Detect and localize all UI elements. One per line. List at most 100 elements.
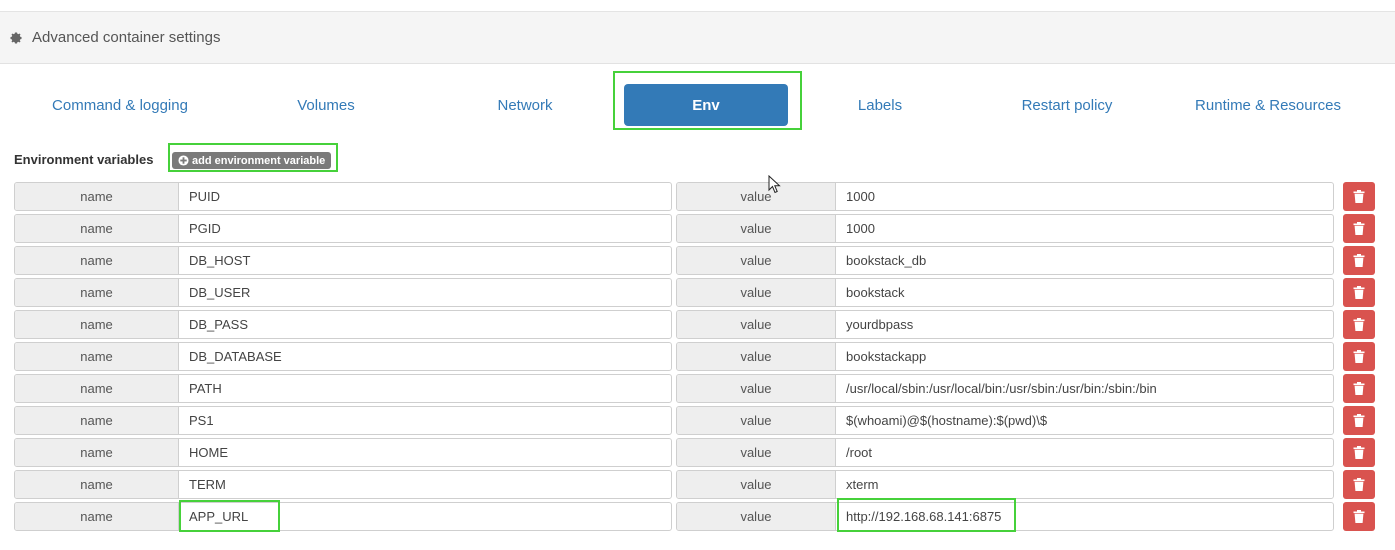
- tab-command-logging[interactable]: Command & logging: [24, 84, 216, 126]
- add-environment-variable-button[interactable]: add environment variable: [172, 152, 332, 169]
- env-variable-row: name HOME value/root: [0, 438, 1395, 470]
- env-value-input[interactable]: $(whoami)@$(hostname):$(pwd)\$: [836, 407, 1333, 434]
- env-variable-list: name PUID value 1000 name PGID value 1000 name DB…: [0, 182, 1395, 534]
- env-variable-row: name DB_PASS value yourdbpass: [0, 310, 1395, 342]
- section-title: Advanced container settings: [32, 29, 221, 46]
- env-name-input[interactable]: HOME: [179, 439, 671, 466]
- env-value-input[interactable]: /root: [836, 439, 1333, 466]
- env-name-input[interactable]: PGID: [179, 215, 671, 242]
- env-variable-row: name DB_USER value bookstack: [0, 278, 1395, 310]
- env-name-input[interactable]: PUID: [179, 183, 671, 210]
- remove-variable-button[interactable]: [1343, 342, 1375, 371]
- remove-variable-button[interactable]: [1343, 502, 1375, 531]
- remove-variable-button[interactable]: [1343, 182, 1375, 211]
- env-value-group: value bookstack: [676, 278, 1334, 307]
- name-addon: name: [15, 247, 179, 274]
- env-name-input[interactable]: APP_URL: [179, 503, 671, 530]
- name-addon: name: [15, 439, 179, 466]
- tab-env[interactable]: Env: [624, 84, 788, 126]
- env-name-input[interactable]: DB_DATABASE: [179, 343, 671, 370]
- remove-variable-button[interactable]: [1343, 278, 1375, 307]
- env-variable-row: name TERM value xterm: [0, 470, 1395, 502]
- env-value-input[interactable]: yourdbpass: [836, 311, 1333, 338]
- section-header[interactable]: Advanced container settings: [0, 12, 1395, 64]
- env-name-group: name DB_USER: [14, 278, 672, 307]
- env-value-input[interactable]: http://192.168.68.141:6875: [836, 503, 1333, 530]
- env-value-input[interactable]: /usr/local/sbin:/usr/local/bin:/usr/sbin…: [836, 375, 1333, 402]
- env-value-input[interactable]: bookstackapp: [836, 343, 1333, 370]
- trash-icon: [1353, 510, 1365, 523]
- remove-variable-button[interactable]: [1343, 470, 1375, 499]
- value-addon: value: [677, 503, 836, 530]
- env-variable-row: name PS1 value $(whoami)@$(hostname):$(pwd)…: [0, 406, 1395, 438]
- env-variable-row: name PUID value 1000: [0, 182, 1395, 214]
- tab-labels[interactable]: Labels: [812, 84, 948, 126]
- env-value-group: value yourdbpass: [676, 310, 1334, 339]
- env-value-input[interactable]: xterm: [836, 471, 1333, 498]
- environment-variables-label: Environment variables: [14, 152, 154, 167]
- remove-variable-button[interactable]: [1343, 374, 1375, 403]
- env-value-input[interactable]: 1000: [836, 183, 1333, 210]
- name-addon: name: [15, 503, 179, 530]
- env-value-group: value/usr/local/sbin:/usr/local/bin:/usr…: [676, 374, 1334, 403]
- value-addon: value: [677, 439, 836, 466]
- tab-bar: Command & logging Volumes Network Env La…: [0, 64, 1395, 144]
- tab-network[interactable]: Network: [446, 84, 604, 126]
- name-addon: name: [15, 471, 179, 498]
- name-addon: name: [15, 311, 179, 338]
- trash-icon: [1353, 222, 1365, 235]
- env-name-group: name APP_URL: [14, 502, 672, 531]
- trash-icon: [1353, 286, 1365, 299]
- env-value-group: value http://192.168.68.141:6875: [676, 502, 1334, 531]
- remove-variable-button[interactable]: [1343, 406, 1375, 435]
- env-value-group: value bookstack_db: [676, 246, 1334, 275]
- env-name-group: name PGID: [14, 214, 672, 243]
- value-addon: value: [677, 215, 836, 242]
- trash-icon: [1353, 478, 1365, 491]
- env-name-input[interactable]: PATH: [179, 375, 671, 402]
- remove-variable-button[interactable]: [1343, 214, 1375, 243]
- name-addon: name: [15, 343, 179, 370]
- tab-restart-policy[interactable]: Restart policy: [986, 84, 1148, 126]
- name-addon: name: [15, 183, 179, 210]
- env-value-group: value bookstackapp: [676, 342, 1334, 371]
- remove-variable-button[interactable]: [1343, 438, 1375, 467]
- env-name-group: name PS1: [14, 406, 672, 435]
- env-name-input[interactable]: DB_HOST: [179, 247, 671, 274]
- add-environment-variable-label: add environment variable: [192, 154, 326, 167]
- gear-icon: [9, 31, 23, 45]
- env-name-input[interactable]: TERM: [179, 471, 671, 498]
- env-value-group: value 1000: [676, 214, 1334, 243]
- top-strip: [0, 0, 1395, 12]
- env-name-group: name TERM: [14, 470, 672, 499]
- env-name-input[interactable]: DB_PASS: [179, 311, 671, 338]
- trash-icon: [1353, 382, 1365, 395]
- value-addon: value: [677, 375, 836, 402]
- value-addon: value: [677, 279, 836, 306]
- env-value-input[interactable]: bookstack: [836, 279, 1333, 306]
- env-variable-row: name DB_DATABASE value bookstackapp: [0, 342, 1395, 374]
- tab-volumes[interactable]: Volumes: [246, 84, 406, 126]
- env-name-group: name HOME: [14, 438, 672, 467]
- trash-icon: [1353, 350, 1365, 363]
- value-addon: value: [677, 311, 836, 338]
- env-value-input[interactable]: 1000: [836, 215, 1333, 242]
- tab-runtime-resources[interactable]: Runtime & Resources: [1176, 84, 1360, 126]
- env-value-input[interactable]: bookstack_db: [836, 247, 1333, 274]
- env-name-group: name DB_PASS: [14, 310, 672, 339]
- env-name-input[interactable]: DB_USER: [179, 279, 671, 306]
- value-addon: value: [677, 183, 836, 210]
- remove-variable-button[interactable]: [1343, 310, 1375, 339]
- remove-variable-button[interactable]: [1343, 246, 1375, 275]
- value-addon: value: [677, 247, 836, 274]
- trash-icon: [1353, 446, 1365, 459]
- env-name-group: name DB_HOST: [14, 246, 672, 275]
- env-value-group: value $(whoami)@$(hostname):$(pwd)\$: [676, 406, 1334, 435]
- env-value-group: value 1000: [676, 182, 1334, 211]
- plus-circle-icon: [178, 155, 189, 166]
- name-addon: name: [15, 215, 179, 242]
- value-addon: value: [677, 407, 836, 434]
- name-addon: name: [15, 407, 179, 434]
- env-variable-row: name PATH value/usr/local/sbin:/usr/local/…: [0, 374, 1395, 406]
- env-name-input[interactable]: PS1: [179, 407, 671, 434]
